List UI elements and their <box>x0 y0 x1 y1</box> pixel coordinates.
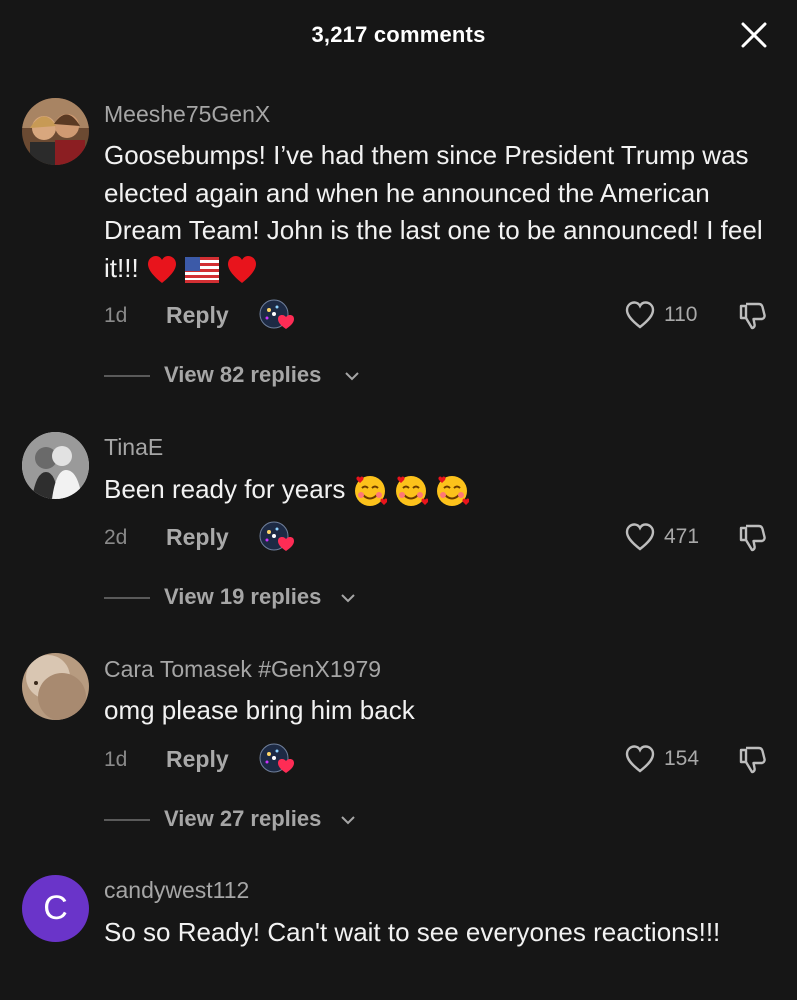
sticker-reaction-icon[interactable] <box>258 742 294 776</box>
smiling-face-with-hearts-icon <box>437 476 470 507</box>
reply-button[interactable]: Reply <box>166 524 229 551</box>
avatar[interactable] <box>22 98 89 165</box>
smiling-face-with-hearts-icon <box>354 476 387 507</box>
like-count: 154 <box>664 747 700 770</box>
divider-line <box>104 597 150 599</box>
comment-text: omg please bring him back <box>104 695 415 725</box>
close-icon <box>741 22 767 48</box>
dislike-icon[interactable] <box>737 744 769 776</box>
smiling-face-with-hearts-icon <box>395 476 428 507</box>
sticker-reaction-icon[interactable] <box>258 520 294 554</box>
view-replies-label: View 82 replies <box>164 362 322 387</box>
comments-header: 3,217 comments <box>0 0 797 72</box>
us-flag-icon <box>185 256 220 283</box>
close-button[interactable] <box>741 22 767 48</box>
dislike-icon[interactable] <box>737 522 769 554</box>
chevron-down-icon <box>345 372 359 381</box>
comment-username[interactable]: TinaE <box>104 434 163 461</box>
like-heart-icon[interactable] <box>624 744 656 774</box>
like-heart-icon[interactable] <box>624 300 656 330</box>
comment-time: 2d <box>104 526 128 549</box>
comment-text: Been ready for years <box>104 471 784 509</box>
view-replies-label: View 19 replies <box>164 584 322 609</box>
comments-count-title: 3,217 comments <box>311 22 486 47</box>
view-replies-button[interactable]: View 19 replies <box>104 582 504 612</box>
like-count: 110 <box>664 303 698 326</box>
avatar[interactable] <box>22 432 89 499</box>
comment-text: Goosebumps! I’ve had them since Presiden… <box>104 137 784 287</box>
view-replies-label: View 27 replies <box>164 806 322 831</box>
comment-username[interactable]: Cara Tomasek #GenX1979 <box>104 656 381 683</box>
comment-actions: 1d Reply 110 <box>0 298 797 338</box>
red-heart-icon <box>228 255 257 283</box>
view-replies-button[interactable]: View 82 replies <box>104 360 504 390</box>
like-heart-icon[interactable] <box>624 522 656 552</box>
dislike-icon[interactable] <box>737 300 769 332</box>
comment-username[interactable]: candywest112 <box>104 877 249 904</box>
comment-time: 1d <box>104 304 128 327</box>
avatar[interactable]: C <box>22 875 89 942</box>
avatar[interactable] <box>22 653 89 720</box>
divider-line <box>104 819 150 821</box>
comment-username[interactable]: Meeshe75GenX <box>104 101 270 128</box>
like-count: 471 <box>664 525 700 548</box>
comment-text: So so Ready! Can't wait to see everyones… <box>104 917 721 947</box>
chevron-down-icon <box>341 816 355 825</box>
comment-time: 1d <box>104 748 128 771</box>
reply-button[interactable]: Reply <box>166 746 229 773</box>
sticker-reaction-icon[interactable] <box>258 298 294 332</box>
divider-line <box>104 375 150 377</box>
comment-actions: 1d Reply 154 <box>0 742 797 782</box>
view-replies-button[interactable]: View 27 replies <box>104 804 504 834</box>
chevron-down-icon <box>341 594 355 603</box>
reply-button[interactable]: Reply <box>166 302 229 329</box>
comment-actions: 2d Reply 471 <box>0 520 797 560</box>
red-heart-icon <box>147 255 176 283</box>
